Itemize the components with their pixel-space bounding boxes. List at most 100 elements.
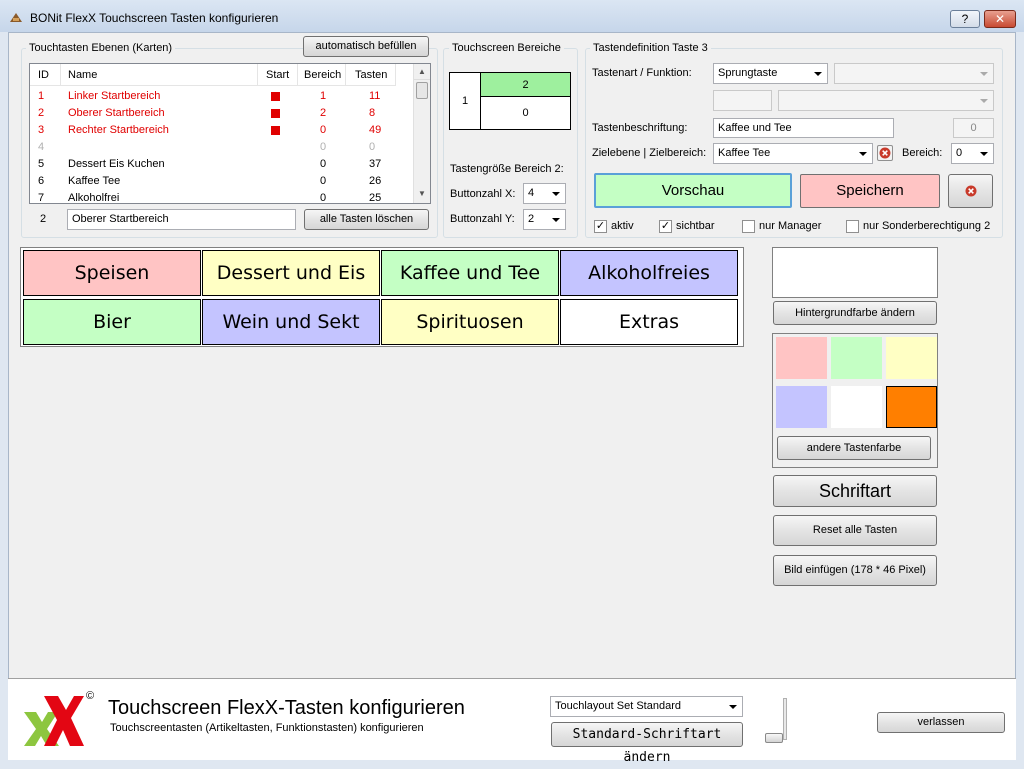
button-x-select[interactable]: 4 (523, 183, 566, 204)
autofill-button[interactable]: automatisch befüllen (303, 36, 429, 57)
ebenen-table: ID Name Start Bereich Tasten 1 Linker Sta… (29, 63, 431, 204)
app-icon (10, 13, 22, 22)
font-button[interactable]: Schriftart (773, 475, 937, 507)
reset-keys-button[interactable]: Reset alle Tasten (773, 515, 937, 546)
scroll-down-icon[interactable]: ▼ (414, 186, 430, 202)
area-0[interactable]: 0 (481, 98, 570, 129)
row-tasten: 26 (369, 175, 382, 187)
column-header[interactable]: Tasten (346, 64, 396, 86)
color-swatch[interactable] (886, 386, 937, 428)
tastenart-value: Sprungtaste (718, 67, 778, 79)
button-y-select[interactable]: 2 (523, 209, 566, 230)
table-row[interactable]: 3 Rechter Startbereich 0 49 (30, 122, 413, 139)
row-tasten: 37 (369, 158, 382, 170)
aktiv-checkbox[interactable]: ✓ (594, 220, 607, 233)
close-window-button[interactable]: ✕ (984, 10, 1016, 28)
beschriftung-field[interactable]: Kaffee und Tee (713, 118, 894, 138)
beschriftung-count: 0 (953, 118, 994, 138)
bereich-select[interactable]: 0 (951, 143, 994, 164)
scroll-up-icon[interactable]: ▲ (414, 64, 430, 80)
param-select-disabled (778, 90, 994, 111)
row-bereich: 0 (320, 158, 327, 170)
start-marker-icon (271, 92, 280, 101)
footer-title: Touchscreen FlexX-Tasten konfigurieren (108, 697, 465, 719)
zoom-slider-track[interactable] (783, 698, 787, 740)
touch-key[interactable]: Speisen (23, 250, 201, 296)
beschriftung-label: Tastenbeschriftung: (592, 122, 688, 134)
zoom-slider-thumb[interactable] (765, 733, 783, 743)
save-button[interactable]: Speichern (800, 174, 940, 208)
button-x-value: 4 (528, 187, 535, 199)
bereich-value: 0 (956, 147, 963, 159)
close-circle-icon (965, 185, 976, 197)
table-row[interactable]: 6 Kaffee Tee 0 26 (30, 173, 413, 190)
touch-key[interactable]: Bier (23, 299, 201, 345)
preview-button[interactable]: Vorschau (594, 173, 792, 208)
standard-font-button[interactable]: Standard-Schriftart ändern (551, 722, 743, 765)
background-color-button[interactable]: Hintergrundfarbe ändern (773, 301, 937, 325)
area-diagram: 2 1 0 (449, 72, 571, 130)
area-2[interactable]: 2 (481, 73, 570, 97)
row-name: Kaffee Tee (68, 175, 121, 187)
ebene-name-field[interactable]: Oberer Startbereich (67, 209, 296, 230)
touch-key[interactable]: Dessert und Eis (202, 250, 380, 296)
table-row[interactable]: 2 Oberer Startbereich 2 8 (30, 105, 413, 122)
touch-key[interactable]: Alkoholfreies (560, 250, 738, 296)
bereich-label: Bereich: (902, 147, 943, 159)
column-header[interactable]: ID (30, 64, 61, 86)
insert-image-button[interactable]: Bild einfügen (178 * 46 Pixel) (773, 555, 937, 586)
ziel-select[interactable]: Kaffee Tee (713, 143, 873, 164)
column-header[interactable]: Bereich (298, 64, 346, 86)
scroll-thumb[interactable] (416, 82, 428, 99)
sonder-label: nur Sonderberechtigung 2 (863, 220, 991, 232)
manager-checkbox[interactable] (742, 220, 755, 233)
row-tasten: 11 (369, 90, 381, 102)
column-header[interactable]: Start (258, 64, 298, 86)
row-id: 7 (38, 192, 45, 204)
row-tasten: 49 (369, 124, 382, 136)
exit-button[interactable]: verlassen (877, 712, 1005, 733)
table-row[interactable]: 5 Dessert Eis Kuchen 0 37 (30, 156, 413, 173)
touch-key[interactable]: Wein und Sekt (202, 299, 380, 345)
area-1[interactable]: 1 (450, 73, 480, 129)
param-field-disabled (713, 90, 772, 111)
table-scrollbar[interactable]: ▲ ▼ (413, 64, 430, 203)
flexx-logo (24, 696, 84, 746)
sonder-checkbox[interactable] (846, 220, 859, 233)
row-id: 3 (38, 124, 45, 136)
touch-key[interactable]: Kaffee und Tee (381, 250, 559, 296)
clear-ziel-button[interactable] (877, 145, 893, 161)
tastenart-select[interactable]: Sprungtaste (713, 63, 828, 84)
touch-key[interactable]: Spirituosen (381, 299, 559, 345)
sichtbar-checkbox[interactable]: ✓ (659, 220, 672, 233)
help-button[interactable]: ? (950, 10, 980, 28)
color-swatch[interactable] (886, 337, 937, 379)
title-bar: BONit FlexX Touchscreen Tasten konfiguri… (0, 0, 1024, 32)
column-header[interactable]: Name (61, 64, 258, 86)
layout-set-select[interactable]: Touchlayout Set Standard (550, 696, 743, 717)
table-row[interactable]: 1 Linker Startbereich 1 11 (30, 88, 413, 105)
layout-set-value: Touchlayout Set Standard (555, 700, 681, 712)
row-id: 1 (38, 90, 45, 102)
other-color-button[interactable]: andere Tastenfarbe (777, 436, 931, 460)
row-name: Alkoholfrei (68, 192, 120, 204)
table-row[interactable]: 7 Alkoholfrei 0 25 (30, 190, 413, 204)
color-swatch[interactable] (831, 337, 882, 379)
row-bereich: 1 (320, 90, 327, 102)
row-bereich: 0 (320, 175, 327, 187)
ziel-label: Zielebene | Zielbereich: (592, 147, 707, 159)
row-name: Linker Startbereich (68, 90, 161, 102)
cancel-button[interactable] (948, 174, 993, 208)
button-x-label: Buttonzahl X: (450, 188, 516, 200)
color-swatch[interactable] (831, 386, 882, 428)
color-swatch[interactable] (776, 386, 827, 428)
function-select-disabled (834, 63, 994, 84)
color-swatch[interactable] (776, 337, 827, 379)
row-tasten: 0 (369, 141, 376, 153)
table-row[interactable]: 4 0 0 (30, 139, 413, 156)
touch-key[interactable]: Extras (560, 299, 738, 345)
row-bereich: 0 (320, 192, 327, 204)
copyright-mark: © (86, 690, 95, 702)
chevron-down-icon (814, 72, 822, 76)
delete-all-keys-button[interactable]: alle Tasten löschen (304, 209, 429, 230)
